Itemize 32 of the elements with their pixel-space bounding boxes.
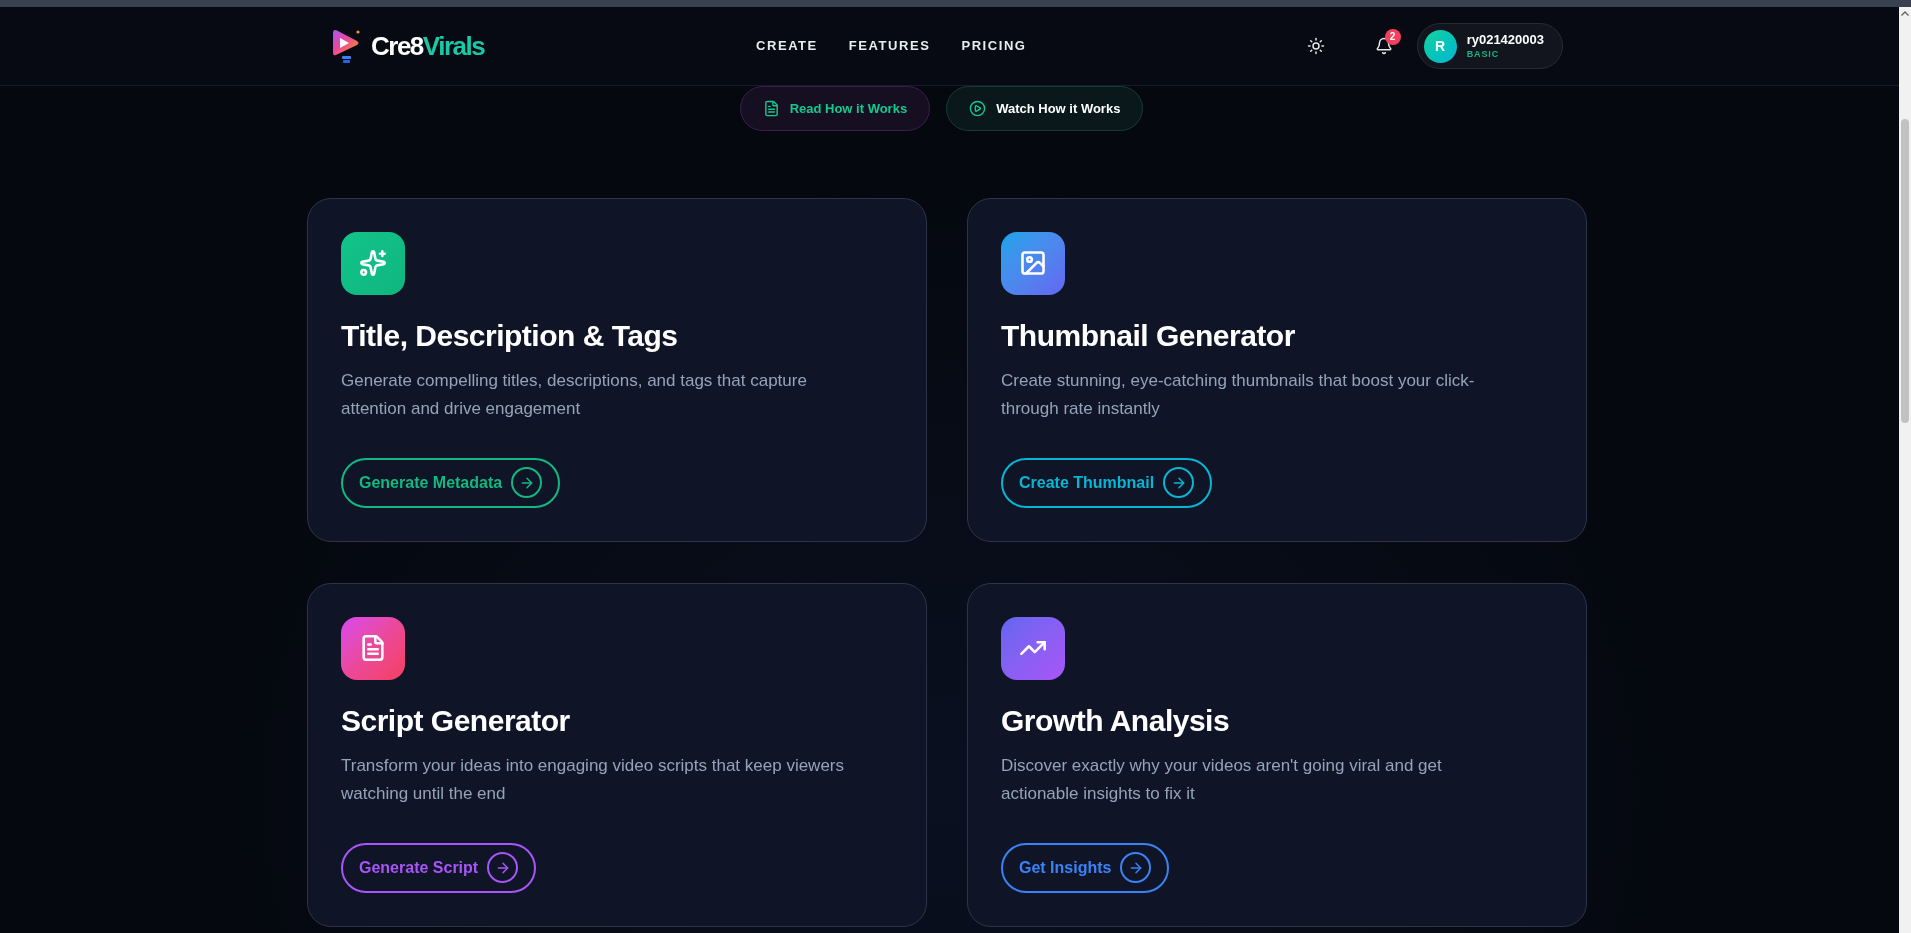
nav-link[interactable]: FEATURES — [848, 36, 931, 56]
scrollbar-thumb[interactable] — [1901, 119, 1909, 423]
nav-link[interactable]: CREATE — [756, 36, 818, 56]
watch-guide-button[interactable]: Watch How it Works — [946, 86, 1144, 131]
card-title: Script Generator — [341, 702, 570, 739]
plan-label: BASIC — [1466, 48, 1500, 60]
card-action-button[interactable]: Get Insights — [1001, 842, 1170, 893]
trend-up-icon — [1001, 617, 1065, 680]
card-description: Transform your ideas into engaging video scripts that keep viewers watching until the end — [341, 754, 845, 805]
card-title: Growth Analysis — [1001, 702, 1230, 739]
card-description: Create stunning, eye-catching thumbnails that boost your click-through rate instantly — [1001, 369, 1476, 420]
theme-toggle-sun-icon[interactable] — [1306, 37, 1325, 55]
card-action-button[interactable]: Create Thumbnail — [1001, 457, 1213, 508]
username: ry021420003 — [1466, 32, 1544, 48]
card-action-button[interactable]: Generate Script — [341, 842, 537, 893]
card-description: Discover exactly why your videos aren't going viral and get actionable insights to fix it — [1001, 754, 1443, 805]
card-title: Thumbnail Generator — [1001, 317, 1295, 354]
logo-text[interactable]: Cre8Virals — [371, 30, 485, 62]
logo-icon[interactable] — [331, 27, 362, 65]
card-title: Title, Description & Tags — [341, 317, 678, 354]
card-description: Generate compelling titles, descriptions, and tags that capture attention and drive engagement — [341, 369, 808, 420]
picture-icon — [1001, 232, 1065, 295]
notification-badge: 2 — [1384, 29, 1401, 45]
user-menu-button[interactable]: R ry021420003 BASIC — [1416, 23, 1563, 69]
document-icon — [341, 617, 405, 680]
read-guide-button[interactable]: Read How it Works — [739, 86, 931, 131]
document-icon — [762, 100, 780, 117]
card-action-button[interactable]: Generate Metadata — [341, 457, 561, 508]
sparkles-icon — [341, 232, 405, 295]
play-circle-icon — [969, 100, 987, 117]
nav-link[interactable]: PRICING — [961, 36, 1027, 56]
avatar: R — [1423, 29, 1457, 63]
